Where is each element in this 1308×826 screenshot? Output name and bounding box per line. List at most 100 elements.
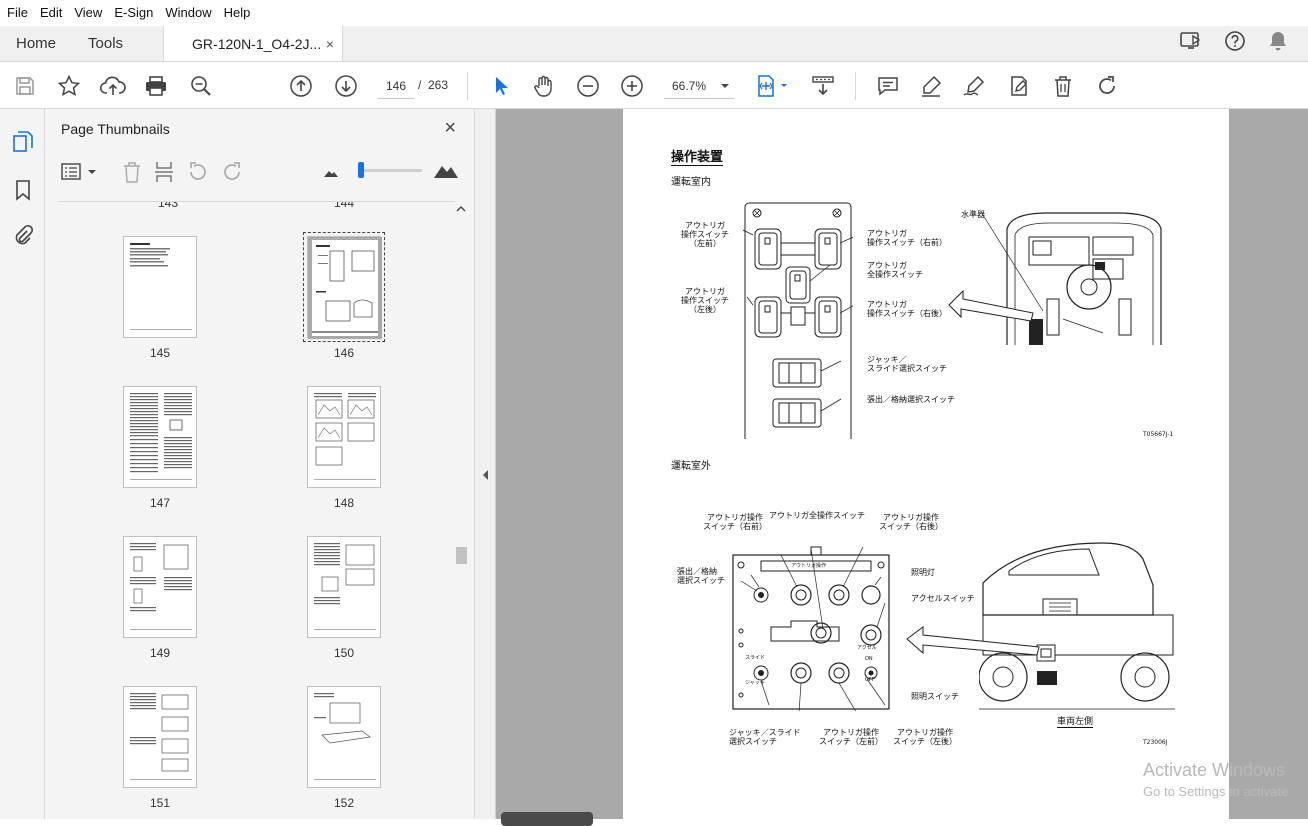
page-size-indicator	[501, 812, 593, 826]
rotate-clockwise-icon[interactable]	[221, 161, 243, 183]
thumbnail-list: 143 144 145 146 147 148 149 150 151 152	[59, 201, 455, 819]
pointer-arrow-icon	[906, 626, 1040, 656]
thumbnail-page-149[interactable]	[123, 536, 197, 638]
activate-windows-watermark: Activate Windows	[1143, 760, 1286, 780]
main-toolbar: 146 / 263 66.7%	[0, 62, 1308, 109]
label-outside-all: アウトリガ全操作スイッチ	[769, 511, 865, 520]
thumbnail-label: 151	[149, 796, 171, 810]
delete-trash-icon[interactable]	[1050, 73, 1076, 99]
zoom-level-select[interactable]: 66.7%	[664, 73, 734, 99]
zoom-out-icon[interactable]	[575, 73, 601, 99]
label-outside-extend-retract: 張出／格納 選択スイッチ	[677, 567, 725, 585]
label-outside-front-left: アウトリガ操作 スイッチ（左前）	[819, 728, 883, 746]
menu-window[interactable]: Window	[159, 0, 217, 26]
larger-thumbnails-icon[interactable]	[433, 161, 459, 179]
thumbnail-label: 148	[333, 496, 355, 510]
page-thumbnails-icon[interactable]	[10, 129, 36, 155]
label-outside-rear-left: アウトリガ操作 スイッチ（左後）	[893, 728, 957, 746]
select-cursor-icon[interactable]	[488, 73, 514, 99]
menu-esign[interactable]: E-Sign	[108, 0, 159, 26]
zoom-search-icon[interactable]	[188, 73, 214, 99]
switch-on-label: ON	[865, 656, 873, 662]
jack-label: ジャッキ	[745, 680, 765, 686]
close-panel-icon[interactable]: ×	[444, 117, 456, 140]
label-extend-retract-switch: 張出／格納選択スイッチ	[867, 395, 955, 404]
figure-code-2: T23006J	[1143, 739, 1168, 746]
thumbnail-size-slider[interactable]	[360, 169, 422, 172]
rotate-counterclockwise-icon[interactable]	[187, 161, 209, 183]
thumbnail-page-147[interactable]	[123, 386, 197, 488]
panel-collapse-bar[interactable]	[475, 109, 496, 819]
document-page: 操作装置 運転室内 アウトリガ 操作スイッチ （左前） アウトリガ 操作スイッチ…	[623, 109, 1229, 819]
label-vehicle-left-side: 車両左側	[1057, 714, 1094, 728]
thumbnail-scrollbar[interactable]	[454, 205, 468, 819]
bookmarks-icon[interactable]	[10, 177, 36, 203]
thumbnail-label: 146	[333, 346, 355, 360]
tab-document[interactable]: GR-120N-1_O4-2J... ×	[163, 26, 344, 61]
print-icon[interactable]	[143, 73, 169, 99]
smaller-thumbnails-icon[interactable]	[323, 166, 339, 178]
thumbnail-page-148[interactable]	[307, 386, 381, 488]
thumbnail-page-150[interactable]	[307, 536, 381, 638]
thumbnail-options-icon[interactable]	[61, 162, 99, 182]
thumbnail-page-146[interactable]	[303, 232, 385, 342]
activate-windows-subtext: Go to Settings to activate	[1143, 784, 1289, 799]
close-tab-icon[interactable]: ×	[326, 36, 334, 52]
comment-icon[interactable]	[875, 73, 901, 99]
pointer-arrow-icon	[948, 289, 1034, 322]
page-number-input[interactable]: 146	[378, 73, 414, 99]
scroll-mode-icon[interactable]	[810, 73, 836, 99]
tab-tools[interactable]: Tools	[72, 26, 139, 61]
menu-edit[interactable]: Edit	[34, 0, 68, 26]
bookmark-star-icon[interactable]	[56, 73, 82, 99]
menu-file[interactable]: File	[0, 0, 34, 26]
thumbnail-tools	[57, 159, 467, 187]
document-viewer[interactable]: 操作装置 運転室内 アウトリガ 操作スイッチ （左前） アウトリガ 操作スイッチ…	[496, 109, 1308, 819]
label-outside-jack-slide: ジャッキ／スライド 選択スイッチ	[729, 728, 801, 746]
next-page-icon[interactable]	[333, 73, 359, 99]
attachments-icon[interactable]	[10, 222, 36, 248]
thumbnail-page-152[interactable]	[307, 686, 381, 788]
delete-page-icon[interactable]	[121, 160, 143, 184]
notification-bell-icon[interactable]	[1268, 30, 1288, 57]
menu-help[interactable]: Help	[218, 0, 257, 26]
menu-view[interactable]: View	[68, 0, 108, 26]
chevron-down-icon	[721, 83, 729, 88]
thumbnail-label: 144	[333, 201, 355, 210]
thumbnail-label: 147	[149, 496, 171, 510]
thumbnail-label: 152	[333, 796, 355, 810]
thumbnail-label: 150	[333, 646, 355, 660]
page-thumbnails-panel: Page Thumbnails × 143 144 145 146 147 14…	[45, 109, 475, 819]
scrollbar-thumb[interactable]	[456, 547, 467, 564]
insert-page-icon[interactable]	[153, 160, 175, 184]
scroll-up-icon[interactable]	[456, 205, 466, 213]
thumbnail-page-145[interactable]	[123, 236, 197, 338]
previous-page-icon[interactable]	[288, 73, 314, 99]
section-cab-inside: 運転室内	[671, 177, 711, 188]
thumbnail-page-151[interactable]	[123, 686, 197, 788]
zoom-in-icon[interactable]	[619, 73, 645, 99]
save-icon[interactable]	[12, 73, 38, 99]
fit-page-icon[interactable]	[754, 73, 790, 99]
thumbnail-label: 145	[149, 346, 171, 360]
thumbnail-label: 149	[149, 646, 171, 660]
label-outrigger-front-right: アウトリガ 操作スイッチ（右前）	[867, 229, 947, 247]
label-outside-rear-right: アウトリガ操作 スイッチ（右後）	[879, 513, 943, 531]
draw-sign-icon[interactable]	[962, 73, 988, 99]
figure-code-1: T05667J-1	[1143, 431, 1174, 438]
rotate-icon[interactable]	[1094, 73, 1120, 99]
accelerator-tag: アクセル	[857, 645, 877, 651]
collapse-arrow-icon[interactable]	[482, 469, 489, 481]
share-screen-icon[interactable]	[1180, 31, 1202, 56]
tab-home[interactable]: Home	[0, 26, 72, 61]
edit-text-icon[interactable]	[1006, 73, 1032, 99]
slider-handle[interactable]	[358, 162, 364, 178]
hand-tool-icon[interactable]	[531, 73, 557, 99]
panel-title: Page Thumbnails	[61, 121, 170, 137]
document-tab-title: GR-120N-1_O4-2J...	[192, 35, 322, 52]
help-icon[interactable]	[1224, 30, 1246, 57]
outside-switch-panel-diagram	[732, 546, 890, 711]
left-navigation-rail	[0, 109, 45, 819]
highlight-pen-icon[interactable]	[918, 73, 944, 99]
cloud-upload-icon[interactable]	[100, 73, 126, 99]
